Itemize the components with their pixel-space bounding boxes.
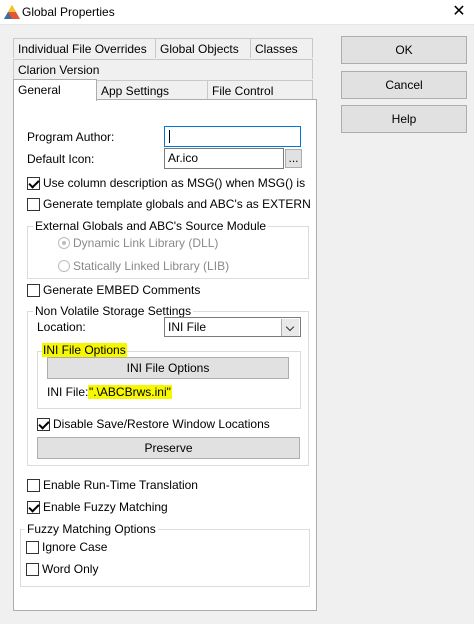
preserve-button[interactable]: Preserve [37,437,300,459]
generate-embed-comments-label: Generate EMBED Comments [43,283,201,297]
location-label: Location: [37,320,86,334]
ok-button[interactable]: OK [341,36,467,64]
ini-file-options-button[interactable]: INI File Options [47,357,289,379]
tab-label: Clarion Version [18,63,100,77]
help-button[interactable]: Help [341,105,467,133]
tab-classes[interactable]: Classes [250,38,313,58]
tab-label: Classes [255,42,298,56]
non-volatile-storage-group-title: Non Volatile Storage Settings [33,304,194,318]
generate-template-globals-label: Generate template globals and ABC's as E… [43,197,311,211]
enable-runtime-translation-checkbox[interactable] [27,479,40,492]
fuzzy-matching-options-group [20,529,310,587]
default-icon-input[interactable]: Ar.ico [164,148,284,169]
ignore-case-checkbox[interactable] [26,541,39,554]
tab-general[interactable]: General [13,79,97,101]
use-column-description-label: Use column description as MSG() when MSG… [43,176,309,190]
location-select-value: INI File [168,320,207,334]
ini-file-options-group-title: INI File Options [42,343,127,357]
dll-radio-label: Dynamic Link Library (DLL) [73,236,219,250]
tab-label: General [18,83,61,97]
title-bar: Global Properties ✕ [0,0,474,25]
tab-file-control[interactable]: File Control [207,80,313,100]
tab-global-objects[interactable]: Global Objects [155,38,251,58]
tab-label: File Control [212,84,274,98]
enable-runtime-translation-label: Enable Run-Time Translation [43,478,198,492]
tab-label: App Settings [101,84,170,98]
chevron-down-icon[interactable] [281,319,299,336]
text-caret [169,130,170,143]
word-only-checkbox[interactable] [26,563,39,576]
ini-file-value: ".\ABCBrws.ini" [88,385,172,399]
default-icon-label: Default Icon: [27,152,95,166]
disable-save-restore-label: Disable Save/Restore Window Locations [53,417,270,431]
tab-label: Individual File Overrides [18,42,147,56]
enable-fuzzy-matching-label: Enable Fuzzy Matching [43,500,168,514]
tab-clarion-version[interactable]: Clarion Version [13,59,313,79]
program-author-input[interactable] [164,126,301,147]
generate-embed-comments-checkbox[interactable] [27,284,40,297]
external-globals-group-title: External Globals and ABC's Source Module [33,219,269,233]
clarion-triangle-icon [4,5,20,19]
lib-radio[interactable] [58,260,70,272]
disable-save-restore-checkbox[interactable] [37,418,50,431]
default-icon-value: Ar.ico [168,151,199,165]
window-title: Global Properties [22,5,115,19]
ignore-case-label: Ignore Case [42,540,108,554]
use-column-description-checkbox[interactable] [27,177,40,190]
ini-file-label: INI File: [47,385,89,399]
tab-individual-file-overrides[interactable]: Individual File Overrides [13,38,156,58]
enable-fuzzy-matching-checkbox[interactable] [27,501,40,514]
browse-icon-button[interactable]: ... [285,149,302,168]
close-icon[interactable]: ✕ [444,0,474,24]
dll-radio[interactable] [58,237,70,249]
tab-app-settings[interactable]: App Settings [96,80,208,100]
lib-radio-label: Statically Linked Library (LIB) [73,259,230,273]
tab-label: Global Objects [160,42,239,56]
generate-template-globals-checkbox[interactable] [27,198,40,211]
word-only-label: Word Only [42,562,99,576]
location-select[interactable]: INI File [164,317,301,337]
cancel-button[interactable]: Cancel [341,71,467,99]
program-author-label: Program Author: [27,130,115,144]
fuzzy-matching-options-group-title: Fuzzy Matching Options [25,522,158,536]
